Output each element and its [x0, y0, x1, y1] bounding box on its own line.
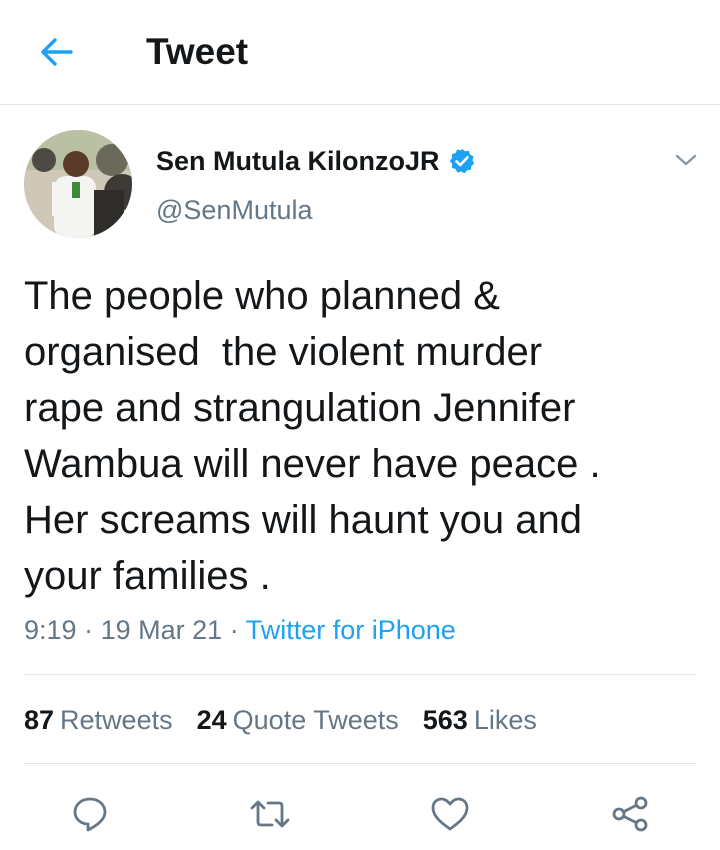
author-name-text: Sen Mutula KilonzoJR: [156, 146, 440, 176]
retweet-icon: [250, 800, 290, 828]
tweet-text: The people who planned & organised the v…: [24, 274, 601, 598]
quote-tweets-count: 24: [196, 705, 227, 735]
heart-icon: [431, 797, 469, 831]
avatar-photo: [24, 130, 132, 238]
divider: [24, 763, 696, 764]
likes-label: Likes: [473, 705, 537, 735]
tweet-date: 19 Mar 21: [100, 615, 223, 645]
top-bar: Tweet: [0, 0, 720, 105]
share-icon: [612, 796, 648, 832]
reply-icon: [73, 797, 107, 832]
retweets-label: Retweets: [60, 705, 173, 735]
divider: [24, 674, 696, 675]
arrow-left-icon: [41, 38, 73, 66]
author-handle: @SenMutula: [156, 195, 313, 225]
tweet-time: 9:19: [24, 615, 77, 645]
meta-separator: ·: [84, 615, 94, 645]
tweet-source-link[interactable]: Twitter for iPhone: [246, 615, 456, 645]
avatar[interactable]: [24, 130, 132, 238]
engagement-stats: 87 Retweets 24 Quote Tweets 563 Likes: [24, 702, 561, 738]
quote-tweets-label: Quote Tweets: [232, 705, 399, 735]
verified-badge-icon: [448, 147, 476, 175]
quote-tweets-stat[interactable]: 24 Quote Tweets: [197, 702, 399, 738]
more-options-chevron-down-icon[interactable]: [672, 148, 700, 172]
meta-separator: ·: [229, 615, 239, 645]
likes-stat[interactable]: 563 Likes: [423, 702, 537, 738]
reply-button[interactable]: [66, 790, 114, 838]
like-button[interactable]: [426, 790, 474, 838]
retweets-stat[interactable]: 87 Retweets: [24, 702, 173, 738]
author-name[interactable]: Sen Mutula KilonzoJR: [156, 144, 476, 178]
share-button[interactable]: [606, 790, 654, 838]
action-bar: [0, 790, 720, 838]
tweet-timestamp: 9:19 · 19 Mar 21 · Twitter for iPhone: [24, 612, 456, 648]
page-title: Tweet: [146, 31, 249, 72]
back-button[interactable]: [36, 34, 76, 70]
retweets-count: 87: [24, 705, 55, 735]
retweet-button[interactable]: [246, 790, 294, 838]
likes-count: 563: [422, 705, 468, 735]
